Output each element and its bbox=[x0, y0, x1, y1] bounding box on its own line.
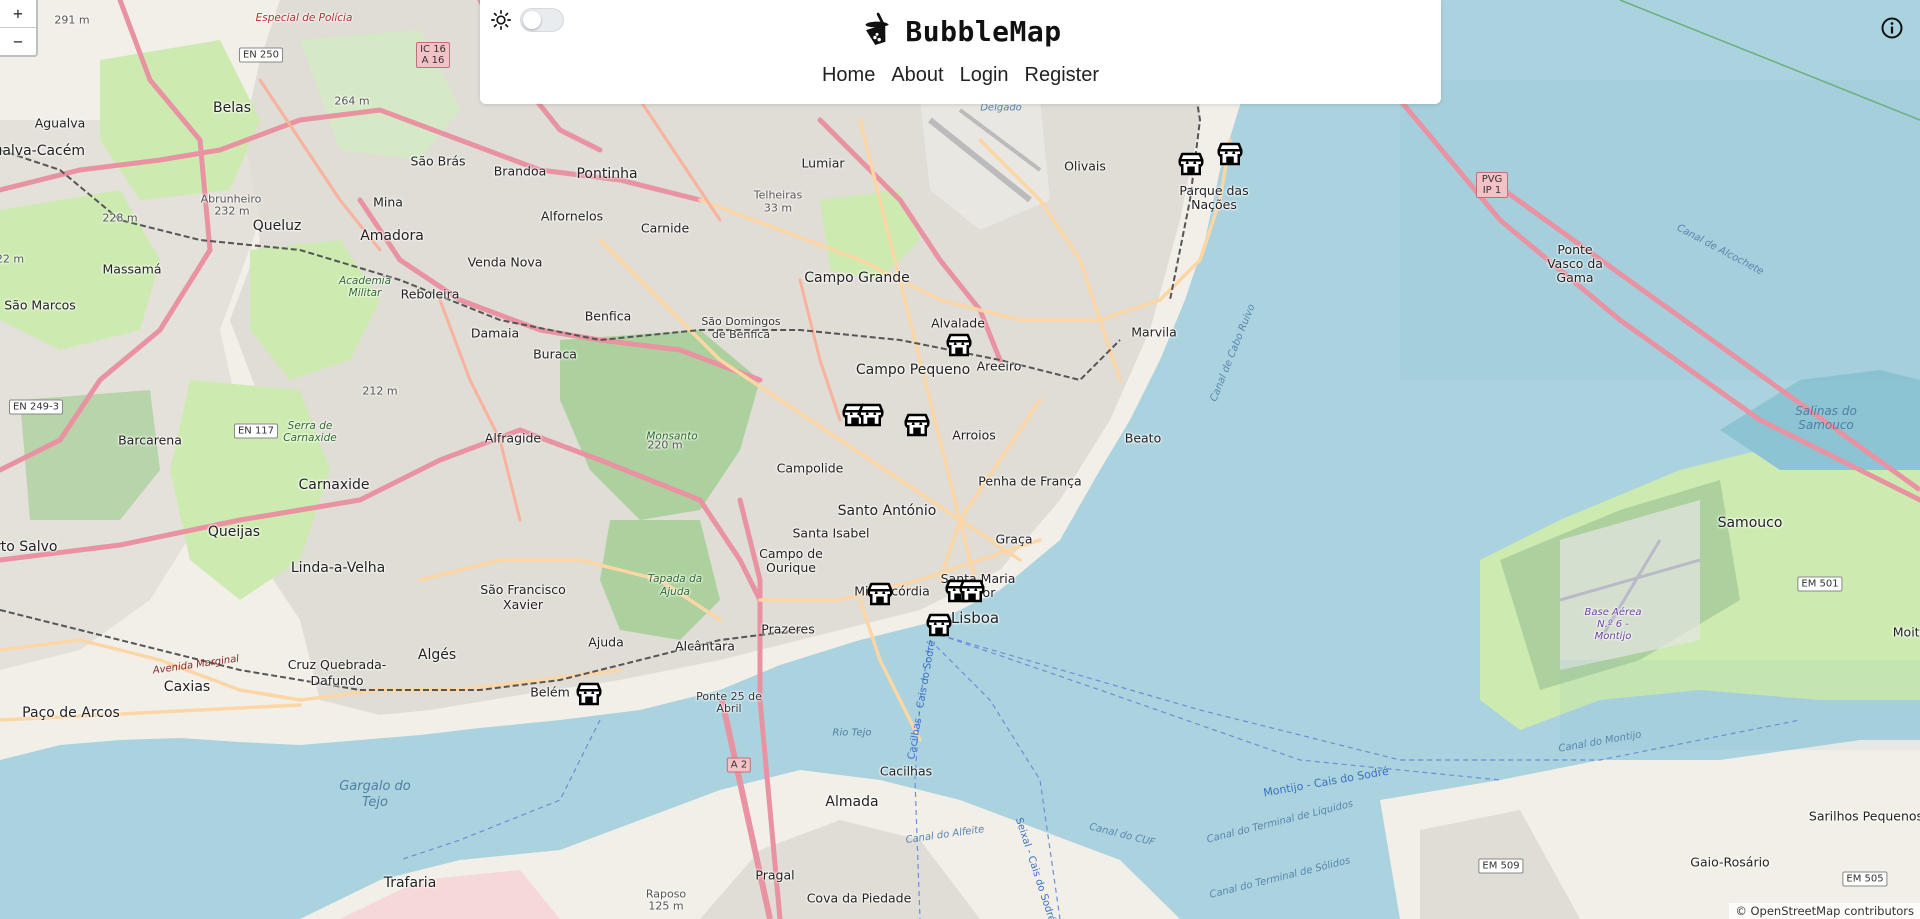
nav-register-link[interactable]: Register bbox=[1017, 64, 1107, 87]
shop-icon bbox=[867, 582, 893, 606]
map-attribution[interactable]: © OpenStreetMap contributors bbox=[1729, 903, 1920, 919]
shop-icon bbox=[1217, 142, 1243, 166]
shop-icon bbox=[959, 579, 985, 603]
shop-icon bbox=[1178, 152, 1204, 176]
nav-about-link[interactable]: About bbox=[883, 64, 951, 87]
shop-icon bbox=[576, 682, 602, 706]
nav-login-link[interactable]: Login bbox=[952, 64, 1017, 87]
zoom-out-button[interactable]: − bbox=[0, 27, 36, 55]
zoom-in-button[interactable]: + bbox=[0, 0, 36, 27]
road-shield: EM 505 bbox=[1842, 871, 1888, 887]
main-nav: Home About Login Register bbox=[480, 64, 1441, 87]
shop-marker[interactable] bbox=[944, 330, 974, 360]
road-shield: EN 250 bbox=[238, 47, 284, 63]
shop-marker[interactable] bbox=[856, 400, 886, 430]
shop-icon bbox=[904, 413, 930, 437]
app-title: BubbleMap bbox=[905, 14, 1062, 48]
shop-marker[interactable] bbox=[924, 610, 954, 640]
shop-icon bbox=[926, 613, 952, 637]
brand[interactable]: BubbleMap bbox=[480, 12, 1441, 50]
map-tiles bbox=[0, 0, 1920, 919]
road-shield: EM 501 bbox=[1797, 576, 1843, 592]
shop-marker[interactable] bbox=[902, 410, 932, 440]
info-icon bbox=[1881, 17, 1903, 39]
info-button[interactable] bbox=[1880, 16, 1904, 40]
road-shield: EN 249-3 bbox=[8, 399, 64, 415]
shop-icon bbox=[858, 403, 884, 427]
shop-marker[interactable] bbox=[1215, 139, 1245, 169]
app-header: BubbleMap Home About Login Register bbox=[480, 0, 1441, 104]
road-shield: PVG IP 1 bbox=[1476, 172, 1508, 198]
road-shield: A 2 bbox=[726, 757, 752, 773]
shop-marker[interactable] bbox=[574, 679, 604, 709]
shop-icon bbox=[946, 333, 972, 357]
road-shield: EM 509 bbox=[1478, 858, 1524, 874]
bubble-tea-icon bbox=[859, 12, 893, 50]
road-shield: EN 117 bbox=[233, 423, 279, 439]
nav-home-link[interactable]: Home bbox=[814, 64, 883, 87]
zoom-control: + − bbox=[0, 0, 38, 57]
shop-marker[interactable] bbox=[1176, 149, 1206, 179]
road-shield: IC 16 A 16 bbox=[416, 42, 450, 68]
shop-marker[interactable] bbox=[865, 579, 895, 609]
map-canvas[interactable]: Sintra Belas Agualva Agualva-Cacém São B… bbox=[0, 0, 1920, 919]
shop-marker[interactable] bbox=[957, 576, 987, 606]
